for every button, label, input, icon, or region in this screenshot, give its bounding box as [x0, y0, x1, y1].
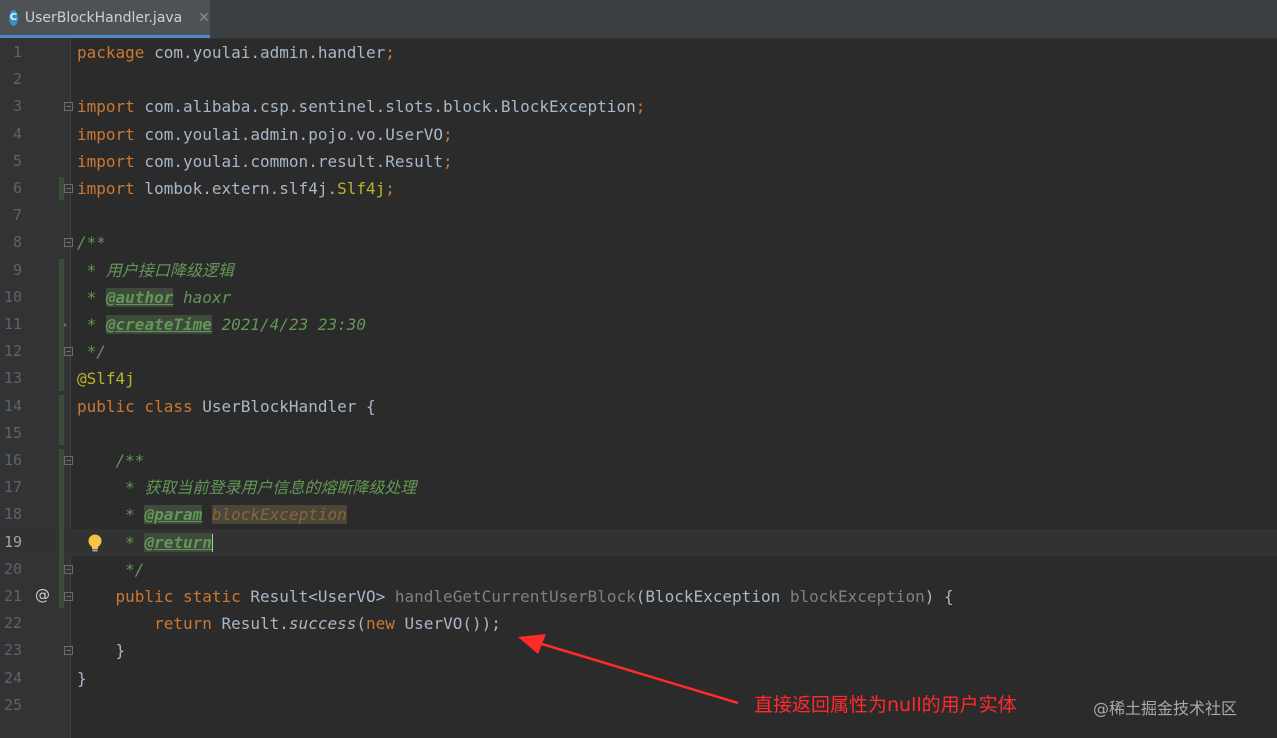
watermark: @稀土掘金技术社区 [1093, 699, 1238, 718]
annotation-text: 直接返回属性为null的用户实体 [754, 694, 1017, 716]
annotation-arrow [518, 634, 739, 705]
